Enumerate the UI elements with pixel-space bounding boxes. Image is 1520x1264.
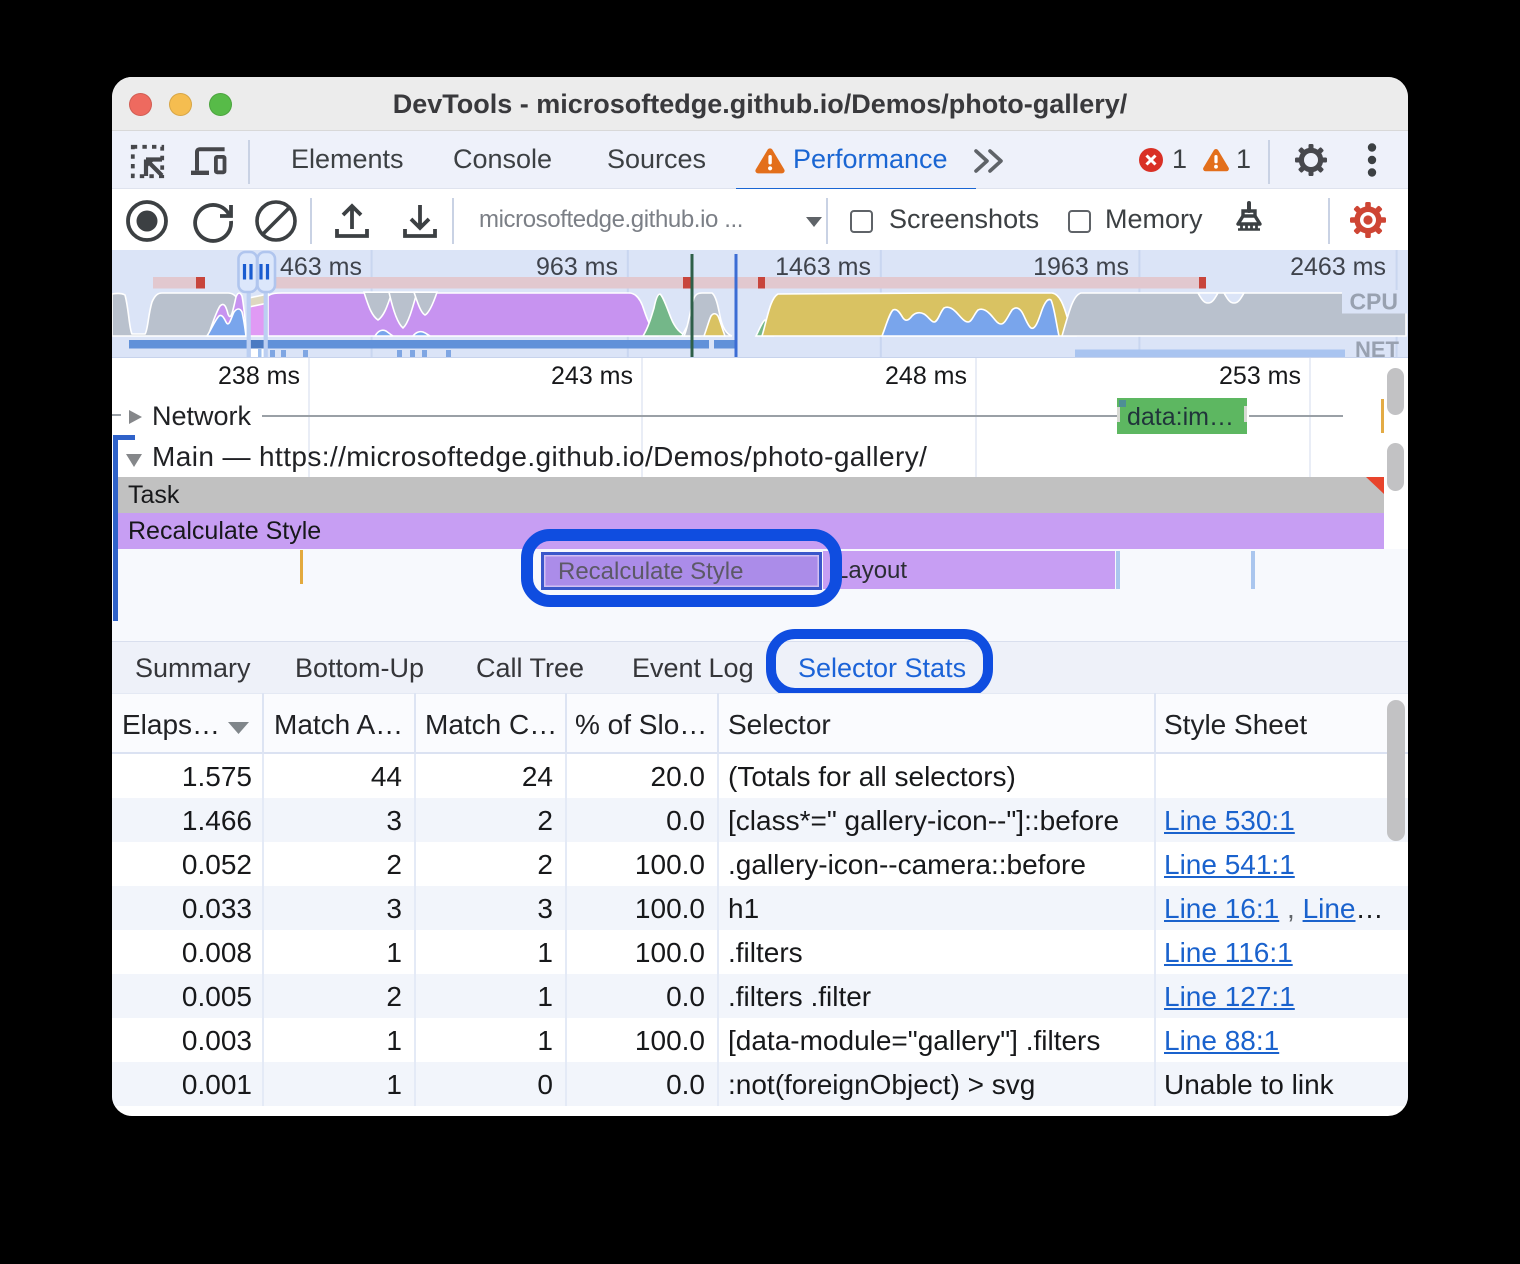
svg-text:2463 ms: 2463 ms	[1290, 253, 1386, 281]
svg-text:963 ms: 963 ms	[536, 253, 618, 281]
svg-text:1963 ms: 1963 ms	[1033, 253, 1129, 281]
svg-text:CPU: CPU	[1349, 289, 1398, 315]
svg-text:463 ms: 463 ms	[280, 253, 362, 281]
svg-text:NET: NET	[1355, 337, 1400, 358]
svg-text:1463 ms: 1463 ms	[775, 253, 871, 281]
